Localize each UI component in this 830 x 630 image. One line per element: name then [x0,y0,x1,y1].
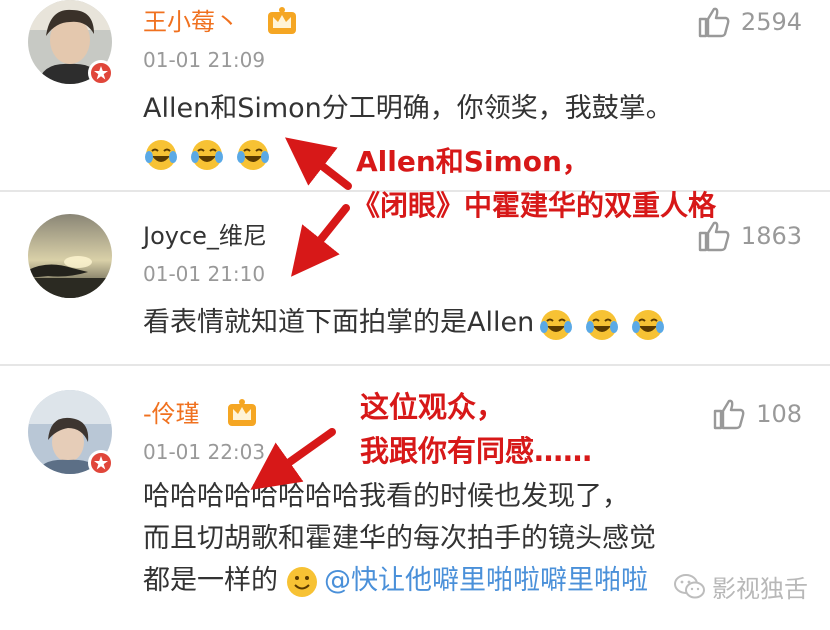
wechat-logo-icon [674,573,705,598]
arrow-icon [285,137,352,190]
arrow-icon [291,204,350,277]
watermark: 影视独舌 [674,569,808,604]
annotation-arrows [250,137,352,490]
watermark-text: 影视独舌 [712,575,808,603]
arrow-icon [250,428,336,490]
